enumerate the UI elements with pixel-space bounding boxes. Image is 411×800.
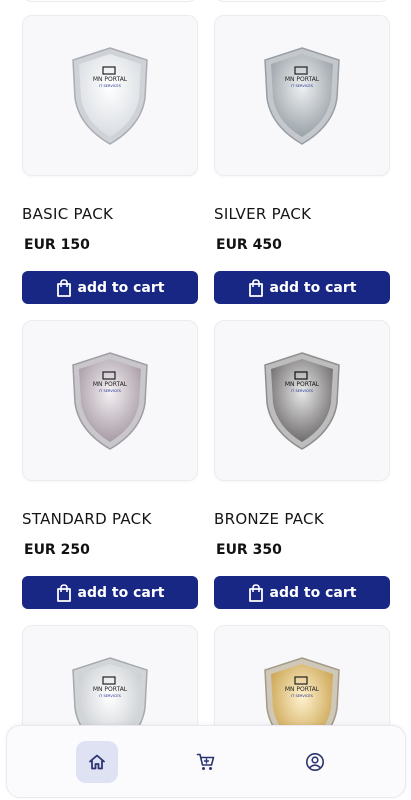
- add-to-cart-label: add to cart: [77, 279, 165, 296]
- product-image[interactable]: MN PORTAL IT SERVICES: [214, 15, 390, 176]
- svg-text:MN PORTAL: MN PORTAL: [93, 381, 128, 388]
- svg-text:IT SERVICES: IT SERVICES: [99, 389, 122, 393]
- svg-text:MN PORTAL: MN PORTAL: [285, 76, 320, 83]
- shopping-bag-icon: [56, 278, 71, 297]
- product-name: BRONZE PACK: [214, 510, 324, 528]
- svg-text:IT SERVICES: IT SERVICES: [99, 84, 122, 88]
- shield-logo-icon: MN PORTAL IT SERVICES: [72, 351, 148, 450]
- nav-home-button[interactable]: [76, 741, 118, 783]
- shield-logo-icon: MN PORTAL IT SERVICES: [264, 351, 340, 450]
- product-card: MN PORTAL IT SERVICES STANDARD PACK EUR …: [22, 320, 198, 609]
- home-icon: [89, 754, 105, 770]
- add-to-cart-button[interactable]: add to cart: [214, 576, 390, 609]
- product-price: EUR 450: [216, 237, 282, 253]
- product-name: BASIC PACK: [22, 205, 114, 223]
- nav-cart-button[interactable]: [185, 741, 227, 783]
- shopping-bag-icon: [248, 583, 263, 602]
- svg-text:IT SERVICES: IT SERVICES: [291, 389, 314, 393]
- add-to-cart-label: add to cart: [269, 584, 357, 601]
- product-image[interactable]: MN PORTAL IT SERVICES: [214, 320, 390, 481]
- bottom-navigation: [6, 725, 406, 798]
- add-to-cart-label: add to cart: [269, 279, 357, 296]
- product-card: MN PORTAL IT SERVICES BASIC PACK EUR 150…: [22, 15, 198, 304]
- add-to-cart-button[interactable]: add to cart: [22, 271, 198, 304]
- shield-logo-icon: MN PORTAL IT SERVICES: [264, 46, 340, 145]
- product-card: MN PORTAL IT SERVICES BRONZE PACK EUR 35…: [214, 320, 390, 609]
- previous-row-edge: [0, 0, 411, 6]
- account-icon: [306, 753, 324, 771]
- product-price: EUR 350: [216, 542, 282, 558]
- product-image[interactable]: MN PORTAL IT SERVICES: [22, 15, 198, 176]
- svg-text:MN PORTAL: MN PORTAL: [93, 686, 128, 693]
- nav-account-button[interactable]: [294, 741, 336, 783]
- svg-text:IT SERVICES: IT SERVICES: [99, 694, 122, 698]
- shopping-bag-icon: [248, 278, 263, 297]
- product-name: SILVER PACK: [214, 205, 312, 223]
- svg-text:IT SERVICES: IT SERVICES: [291, 84, 314, 88]
- cart-icon: [196, 753, 215, 770]
- card-edge: [214, 0, 390, 2]
- product-card: MN PORTAL IT SERVICES SILVER PACK EUR 45…: [214, 15, 390, 304]
- product-image[interactable]: MN PORTAL IT SERVICES: [22, 320, 198, 481]
- card-edge: [22, 0, 198, 2]
- shield-logo-icon: MN PORTAL IT SERVICES: [72, 46, 148, 145]
- product-name: STANDARD PACK: [22, 510, 152, 528]
- add-to-cart-button[interactable]: add to cart: [22, 576, 198, 609]
- svg-text:MN PORTAL: MN PORTAL: [285, 381, 320, 388]
- add-to-cart-label: add to cart: [77, 584, 165, 601]
- svg-text:IT SERVICES: IT SERVICES: [291, 694, 314, 698]
- product-price: EUR 150: [24, 237, 90, 253]
- svg-text:MN PORTAL: MN PORTAL: [285, 686, 320, 693]
- svg-text:MN PORTAL: MN PORTAL: [93, 76, 128, 83]
- shopping-bag-icon: [56, 583, 71, 602]
- product-price: EUR 250: [24, 542, 90, 558]
- add-to-cart-button[interactable]: add to cart: [214, 271, 390, 304]
